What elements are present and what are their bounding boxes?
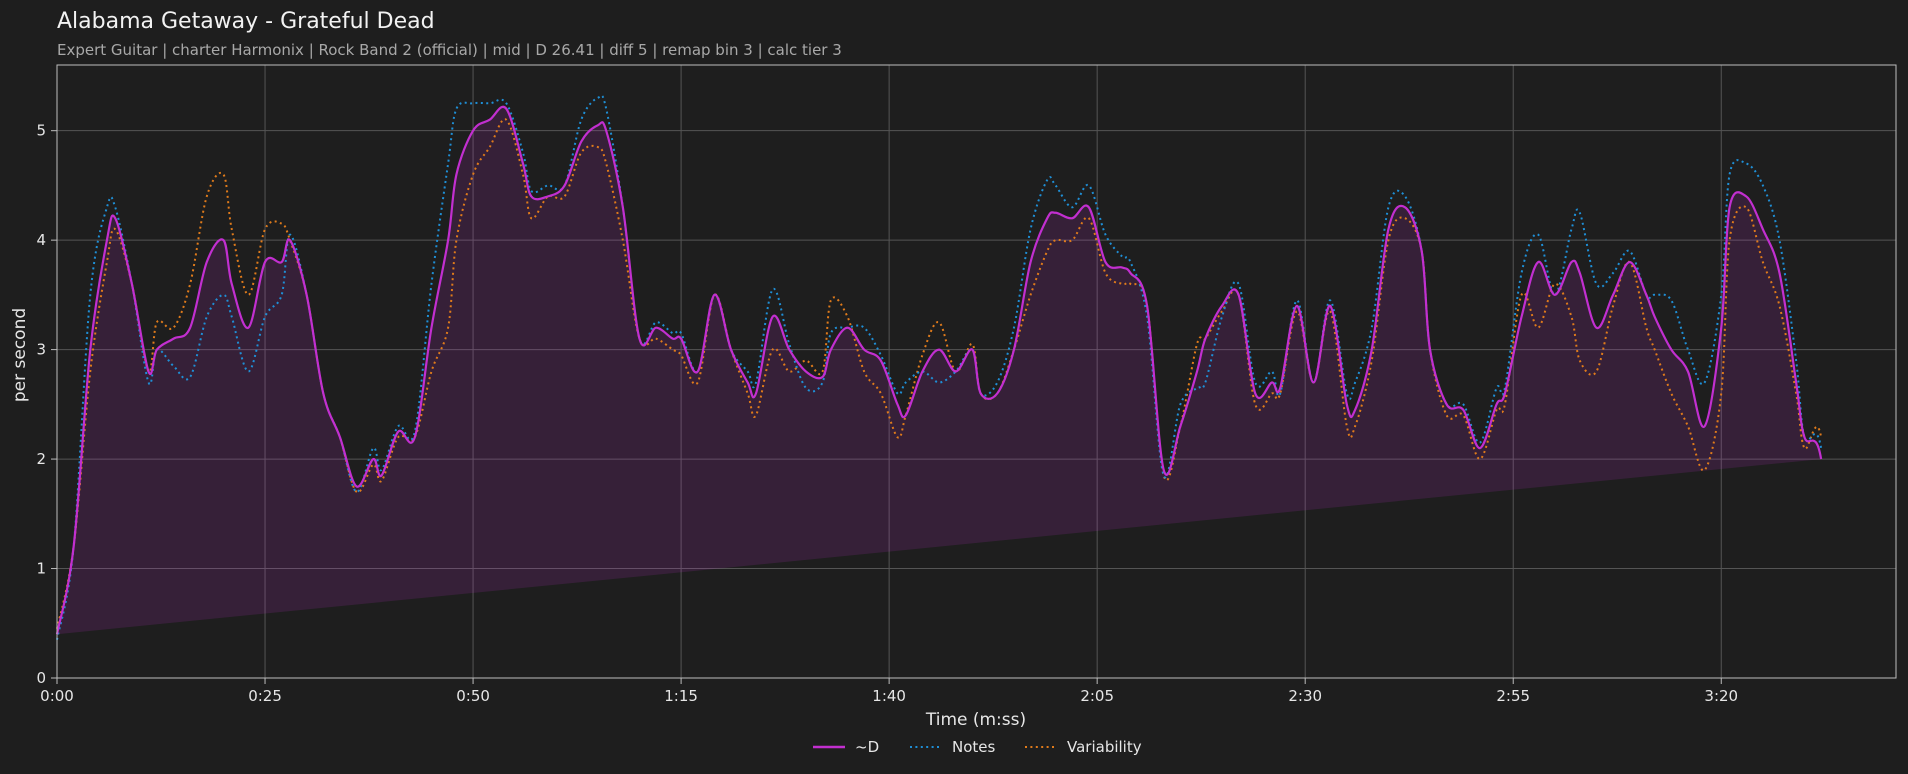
legend: ~D Notes Variability [813,738,1142,756]
legend-label: ~D [855,738,879,756]
y-tick-label: 5 [36,122,46,140]
x-tick-label: 2:30 [1288,687,1322,705]
chart: Alabama Getaway - Grateful Dead Expert G… [10,9,1897,756]
chart-subtitle: Expert Guitar | charter Harmonix | Rock … [57,41,842,59]
x-tick-label: 1:40 [872,687,906,705]
series-layer [55,94,1823,640]
chart-title: Alabama Getaway - Grateful Dead [57,9,435,34]
legend-label: Notes [952,738,996,756]
y-axis-label: per second [10,308,30,402]
y-tick-label: 4 [36,231,46,249]
y-tick-label: 0 [36,669,46,687]
x-tick-label: 3:20 [1704,687,1738,705]
y-tick-label: 1 [36,560,46,578]
x-tick-label: 0:25 [248,687,282,705]
x-tick-label: 2:05 [1080,687,1114,705]
x-tick-label: 2:55 [1496,687,1530,705]
x-tick-label: 0:50 [456,687,490,705]
y-tick-label: 3 [36,341,46,359]
x-tick-label: 1:15 [664,687,698,705]
series-area-d [57,106,1822,635]
y-tick-label: 2 [36,450,46,468]
legend-label: Variability [1067,738,1142,756]
x-axis-label: Time (m:ss) [925,710,1026,730]
x-tick-label: 0:00 [40,687,74,705]
